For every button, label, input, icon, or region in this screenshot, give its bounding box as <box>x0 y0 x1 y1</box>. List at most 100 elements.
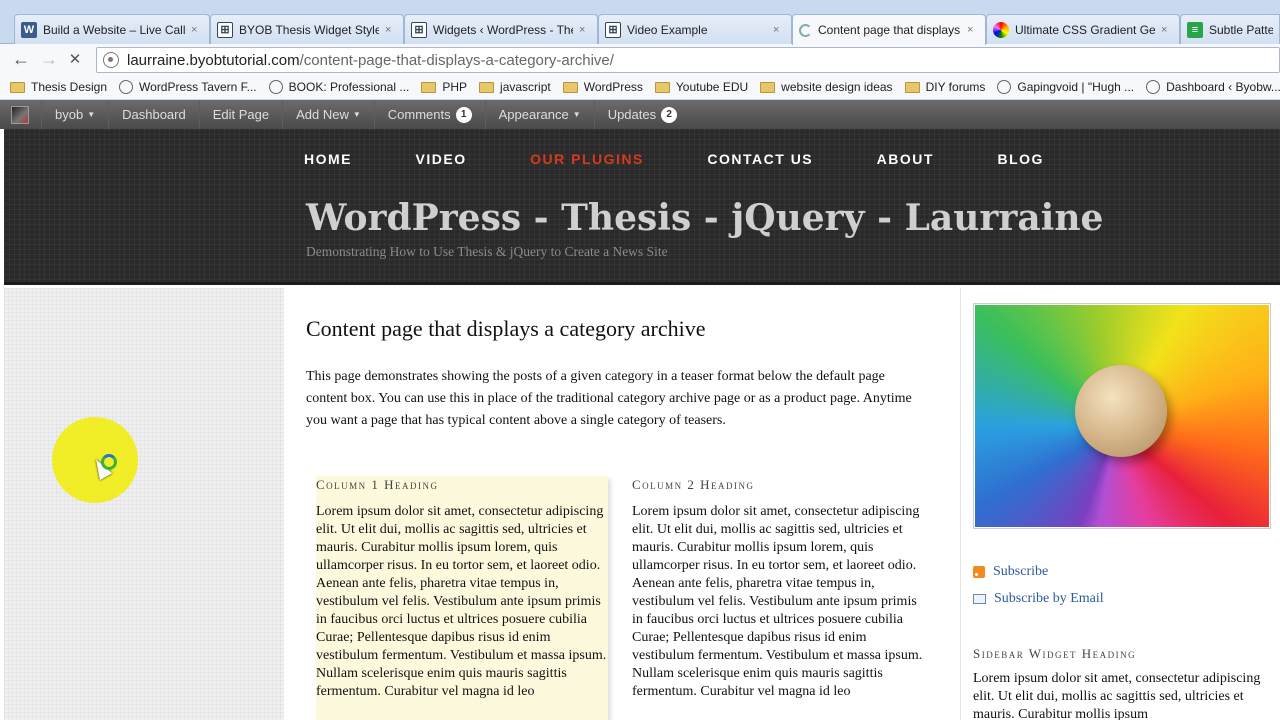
busy-spinner-icon <box>101 454 117 470</box>
bookmark-label: PHP <box>442 80 468 94</box>
close-icon[interactable]: × <box>579 24 591 36</box>
green-icon: ≡ <box>1187 21 1203 38</box>
bookmark-website-design-ideas[interactable]: website design ideas <box>760 80 893 94</box>
nav-our-plugins[interactable]: OUR PLUGINS <box>530 151 644 167</box>
nav-contact-us[interactable]: CONTACT US <box>707 151 813 167</box>
admin-updates-link[interactable]: Updates 2 <box>593 100 690 129</box>
tab-subtle-pattern[interactable]: ≡ Subtle Pattern <box>1180 14 1280 44</box>
admin-updates-label: Updates <box>607 107 657 122</box>
tab-ultimate-css-gradient[interactable]: Ultimate CSS Gradient Gene × <box>986 14 1180 44</box>
teaser-column-2: Column 2 Heading Lorem ipsum dolor sit a… <box>632 476 924 701</box>
tab-label: Build a Website – Live Call I <box>43 22 185 37</box>
tab-label: Subtle Pattern <box>1209 22 1273 37</box>
sidebar-image <box>973 303 1271 529</box>
admin-edit-page-link[interactable]: Edit Page <box>198 100 282 129</box>
subscribe-email-label: Subscribe by Email <box>994 591 1104 606</box>
sidebar-widget-text: Lorem ipsum dolor sit amet, consectetur … <box>973 671 1261 720</box>
mail-icon <box>973 594 986 604</box>
sidebar: Subscribe Subscribe by Email Sidebar Wid… <box>960 288 1280 720</box>
folder-icon <box>421 81 437 93</box>
bookmark-php[interactable]: PHP <box>421 80 467 94</box>
page-title: Content page that displays a category ar… <box>306 316 706 341</box>
comments-count-badge: 1 <box>455 106 472 123</box>
tab-video-example[interactable]: ⊞ Video Example × <box>598 14 792 44</box>
wooden-ball <box>1075 365 1167 457</box>
bookmark-label: WordPress Tavern F... <box>139 80 257 94</box>
nav-home[interactable]: HOME <box>304 151 352 167</box>
wordpress-icon: W <box>21 21 37 38</box>
site-title[interactable]: WordPress - Thesis - jQuery - Laurraine <box>306 197 1103 239</box>
bookmark-javascript[interactable]: javascript <box>479 80 551 94</box>
close-icon[interactable]: × <box>385 24 397 36</box>
close-icon[interactable]: × <box>967 24 979 36</box>
folder-icon <box>654 81 670 93</box>
close-icon[interactable]: × <box>773 24 785 36</box>
globe-icon <box>119 80 134 94</box>
column-heading: Column 2 Heading <box>632 477 755 492</box>
bookmark-gapingvoid[interactable]: Gapingvoid | "Hugh ... <box>997 80 1134 94</box>
rss-icon <box>973 566 985 578</box>
bookmark-label: Thesis Design <box>31 80 108 94</box>
folder-icon <box>562 81 578 93</box>
tab-label: Content page that displays <box>818 23 961 37</box>
admin-dashboard-link[interactable]: Dashboard <box>108 100 199 129</box>
bookmark-diy-forums[interactable]: DIY forums <box>904 80 986 94</box>
nav-blog[interactable]: BLOG <box>997 151 1043 167</box>
admin-edit-page-label: Edit Page <box>212 107 270 122</box>
bookmarks-bar: Thesis Design WordPress Tavern F... BOOK… <box>0 75 1280 100</box>
admin-appearance-label: Appearance <box>498 107 569 122</box>
bookmark-thesis-design[interactable]: Thesis Design <box>10 80 107 94</box>
column-text: Lorem ipsum dolor sit amet, consectetur … <box>632 504 923 699</box>
page-info-icon[interactable] <box>103 52 119 68</box>
bookmark-wordpress[interactable]: WordPress <box>562 80 643 94</box>
tab-build-a-website[interactable]: W Build a Website – Live Call I × <box>14 14 210 44</box>
site-header: HOME VIDEO OUR PLUGINS CONTACT US ABOUT … <box>4 129 1280 285</box>
forward-arrow-icon[interactable]: → <box>38 48 60 70</box>
subscribe-label: Subscribe <box>993 564 1049 579</box>
globe-icon <box>268 80 283 94</box>
globe-icon <box>1146 80 1161 94</box>
folder-icon <box>904 81 920 93</box>
bookmark-label: Youtube EDU <box>675 80 749 94</box>
browser-toolbar: ← → ✕ laurraine.byobtutorial.com/content… <box>0 44 1280 75</box>
teaser-column-1: Column 1 Heading Lorem ipsum dolor sit a… <box>316 476 608 720</box>
bookmark-dashboard-byob[interactable]: Dashboard ‹ Byobw... <box>1146 80 1280 94</box>
tab-widgets[interactable]: ⊞ Widgets ‹ WordPress - Thes × <box>404 14 598 44</box>
folder-icon <box>760 81 776 93</box>
admin-comments-link[interactable]: Comments 1 <box>373 100 485 129</box>
nav-about[interactable]: ABOUT <box>877 151 934 167</box>
subscribe-link[interactable]: Subscribe <box>973 563 1104 581</box>
url-host: laurraine.byobtutorial.com <box>127 51 300 69</box>
tab-byob-thesis-widget-styles[interactable]: ⊞ BYOB Thesis Widget Styles × <box>210 14 404 44</box>
admin-add-new-label: Add New <box>296 107 349 122</box>
close-icon[interactable]: × <box>1161 24 1173 36</box>
subscribe-email-link[interactable]: Subscribe by Email <box>973 590 1104 608</box>
address-bar[interactable]: laurraine.byobtutorial.com/content-page-… <box>96 47 1280 73</box>
admin-add-new-menu[interactable]: Add New ▼ <box>282 100 374 129</box>
admin-site-menu[interactable]: byob ▼ <box>41 100 108 129</box>
column-text: Lorem ipsum dolor sit amet, consectetur … <box>316 504 607 699</box>
admin-site-label: byob <box>55 107 84 122</box>
bookmark-label: DIY forums <box>925 80 986 94</box>
site-tagline: Demonstrating How to Use Thesis & jQuery… <box>306 244 668 259</box>
wp-admin-bar: byob ▼ Dashboard Edit Page Add New ▼ Comme… <box>0 100 1280 129</box>
bookmark-wordpress-tavern[interactable]: WordPress Tavern F... <box>119 80 257 94</box>
bookmark-label: javascript <box>500 80 551 94</box>
back-arrow-icon[interactable]: ← <box>10 48 32 70</box>
bookmark-youtube-edu[interactable]: Youtube EDU <box>654 80 749 94</box>
bookmark-label: Gapingvoid | "Hugh ... <box>1017 80 1135 94</box>
column-heading: Column 1 Heading <box>316 477 439 492</box>
url-path: /content-page-that-displays-a-category-a… <box>299 51 614 69</box>
close-icon[interactable]: × <box>191 24 203 36</box>
tab-label: Video Example <box>627 22 708 37</box>
admin-appearance-menu[interactable]: Appearance ▼ <box>484 100 594 129</box>
avatar[interactable] <box>11 105 29 124</box>
grid-icon: ⊞ <box>605 21 621 38</box>
tab-content-page-active[interactable]: Content page that displays × <box>792 14 986 45</box>
folder-icon <box>479 81 495 93</box>
nav-video[interactable]: VIDEO <box>416 151 467 167</box>
left-pattern-pane <box>4 288 284 720</box>
stop-loading-icon[interactable]: ✕ <box>64 48 86 70</box>
bookmark-book-professional[interactable]: BOOK: Professional ... <box>268 80 409 94</box>
folder-icon <box>10 81 25 93</box>
